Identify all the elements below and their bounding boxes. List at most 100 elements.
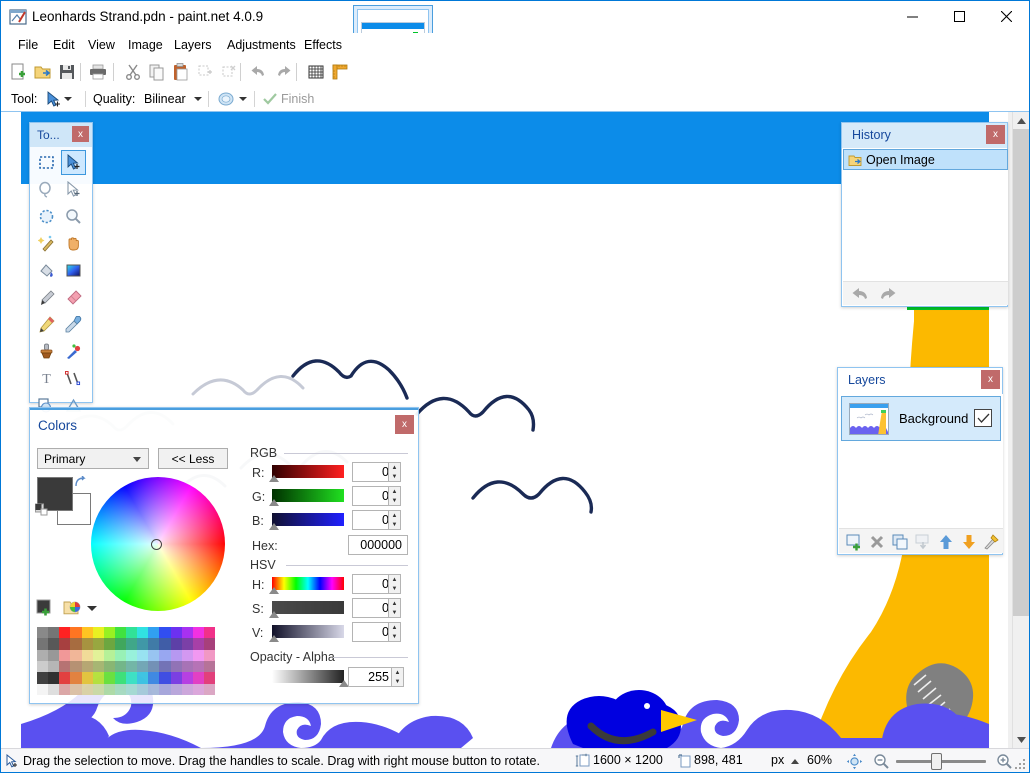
palette-swatch[interactable]: [114, 660, 126, 673]
undo-button[interactable]: [247, 60, 271, 84]
value-slider-handle[interactable]: [269, 635, 279, 642]
palette-swatch[interactable]: [137, 627, 149, 639]
palette-swatch[interactable]: [37, 627, 49, 639]
blue-channel-stepper[interactable]: ▲ ▼: [388, 510, 401, 530]
rulers-button[interactable]: [328, 60, 352, 84]
menu-edit[interactable]: Edit: [46, 36, 82, 56]
palette-swatch[interactable]: [92, 672, 104, 684]
scroll-up-arrow[interactable]: [1013, 112, 1029, 129]
maximize-button[interactable]: [936, 1, 982, 32]
palette-swatch[interactable]: [48, 660, 60, 673]
alpha-slider[interactable]: [272, 670, 344, 683]
green-channel-stepper[interactable]: ▲ ▼: [388, 486, 401, 506]
palette-swatch[interactable]: [59, 649, 71, 661]
palette-swatch[interactable]: [148, 683, 160, 695]
palette-swatch[interactable]: [170, 649, 182, 661]
palette-swatch[interactable]: [59, 660, 71, 673]
palette-swatch[interactable]: [137, 672, 149, 684]
blend-mode-icon[interactable]: [217, 90, 235, 108]
palette-swatch[interactable]: [81, 683, 93, 695]
layers-list[interactable]: Background: [839, 394, 1003, 529]
red-channel-slider[interactable]: [272, 465, 344, 478]
minimize-button[interactable]: [889, 1, 935, 32]
history-undo-button[interactable]: [851, 285, 871, 303]
palette-swatch[interactable]: [203, 660, 215, 673]
color-mode-select[interactable]: Primary: [37, 448, 149, 469]
palette-swatch[interactable]: [81, 638, 93, 650]
saturation-channel-stepper[interactable]: ▲ ▼: [388, 598, 401, 618]
palette-swatch[interactable]: [48, 638, 60, 650]
stepper-up-icon[interactable]: ▲: [389, 575, 400, 584]
merge-layer-down-button[interactable]: [913, 532, 933, 552]
palette-swatch[interactable]: [126, 683, 138, 695]
palette-swatch[interactable]: [59, 683, 71, 695]
colors-window-header[interactable]: Colors x: [30, 408, 418, 436]
history-window-header[interactable]: History x: [842, 123, 1007, 148]
palette-swatch[interactable]: [103, 649, 115, 661]
palette-swatch[interactable]: [203, 683, 215, 695]
zoom-to-fit-button[interactable]: [846, 753, 863, 770]
palette-swatch[interactable]: [137, 638, 149, 650]
alpha-stepper[interactable]: ▲ ▼: [391, 667, 404, 687]
palette-swatch[interactable]: [59, 672, 71, 684]
eraser-tool[interactable]: [61, 285, 86, 310]
open-palette-button[interactable]: [63, 599, 83, 617]
vertical-scrollbar-thumb[interactable]: [1013, 129, 1029, 616]
save-image-button[interactable]: [55, 60, 79, 84]
palette-swatch[interactable]: [70, 660, 82, 673]
palette-swatch[interactable]: [59, 638, 71, 650]
palette-swatch[interactable]: [59, 627, 71, 639]
ellipse-select-tool[interactable]: [34, 204, 59, 229]
palette-swatch[interactable]: [103, 660, 115, 673]
color-palette[interactable]: [37, 627, 215, 695]
clone-stamp-tool[interactable]: [34, 339, 59, 364]
stepper-down-icon[interactable]: ▼: [389, 584, 400, 593]
palette-swatch[interactable]: [181, 683, 193, 695]
stepper-up-icon[interactable]: ▲: [389, 463, 400, 472]
tools-window-close-button[interactable]: x: [72, 126, 89, 142]
stepper-down-icon[interactable]: ▼: [389, 520, 400, 529]
palette-swatch[interactable]: [114, 627, 126, 639]
zoom-in-button[interactable]: [996, 753, 1013, 770]
palette-swatch[interactable]: [181, 649, 193, 661]
menu-effects[interactable]: Effects: [297, 36, 349, 56]
hue-channel-slider[interactable]: [272, 577, 344, 590]
menu-layers[interactable]: Layers: [167, 36, 219, 56]
palette-swatch[interactable]: [37, 672, 49, 684]
palette-swatch[interactable]: [159, 683, 171, 695]
palette-swatch[interactable]: [48, 627, 60, 639]
palette-swatch[interactable]: [48, 649, 60, 661]
rectangle-select-tool[interactable]: [34, 150, 59, 175]
open-image-button[interactable]: [31, 60, 55, 84]
palette-swatch[interactable]: [159, 638, 171, 650]
menu-adjustments[interactable]: Adjustments: [220, 36, 303, 56]
palette-swatch[interactable]: [81, 672, 93, 684]
pixel-grid-button[interactable]: [304, 60, 328, 84]
history-list[interactable]: Open Image: [843, 149, 1008, 282]
color-picker-tool[interactable]: [61, 312, 86, 337]
palette-swatch[interactable]: [137, 660, 149, 673]
color-wheel-cursor[interactable]: [151, 539, 162, 550]
palette-swatch[interactable]: [81, 649, 93, 661]
palette-swatch[interactable]: [37, 649, 49, 661]
palette-swatch[interactable]: [126, 649, 138, 661]
tools-window-header[interactable]: To... x: [30, 123, 92, 147]
saturation-channel-slider[interactable]: [272, 601, 344, 614]
palette-swatch[interactable]: [126, 672, 138, 684]
scroll-down-arrow[interactable]: [1013, 731, 1029, 748]
stepper-up-icon[interactable]: ▲: [389, 599, 400, 608]
units-label[interactable]: px: [771, 753, 784, 767]
palette-swatch[interactable]: [192, 672, 204, 684]
palette-swatch[interactable]: [92, 649, 104, 661]
value-channel-stepper[interactable]: ▲ ▼: [388, 622, 401, 642]
copy-button[interactable]: [145, 60, 169, 84]
palette-swatch[interactable]: [148, 638, 160, 650]
paste-button[interactable]: [169, 60, 193, 84]
palette-swatch[interactable]: [114, 672, 126, 684]
palette-swatch[interactable]: [192, 660, 204, 673]
move-selected-tool-icon[interactable]: [45, 91, 63, 109]
stepper-down-icon[interactable]: ▼: [389, 632, 400, 641]
blend-mode-dropdown-arrow[interactable]: [239, 97, 247, 101]
stepper-up-icon[interactable]: ▲: [392, 668, 403, 677]
history-window-close-button[interactable]: x: [986, 125, 1005, 144]
